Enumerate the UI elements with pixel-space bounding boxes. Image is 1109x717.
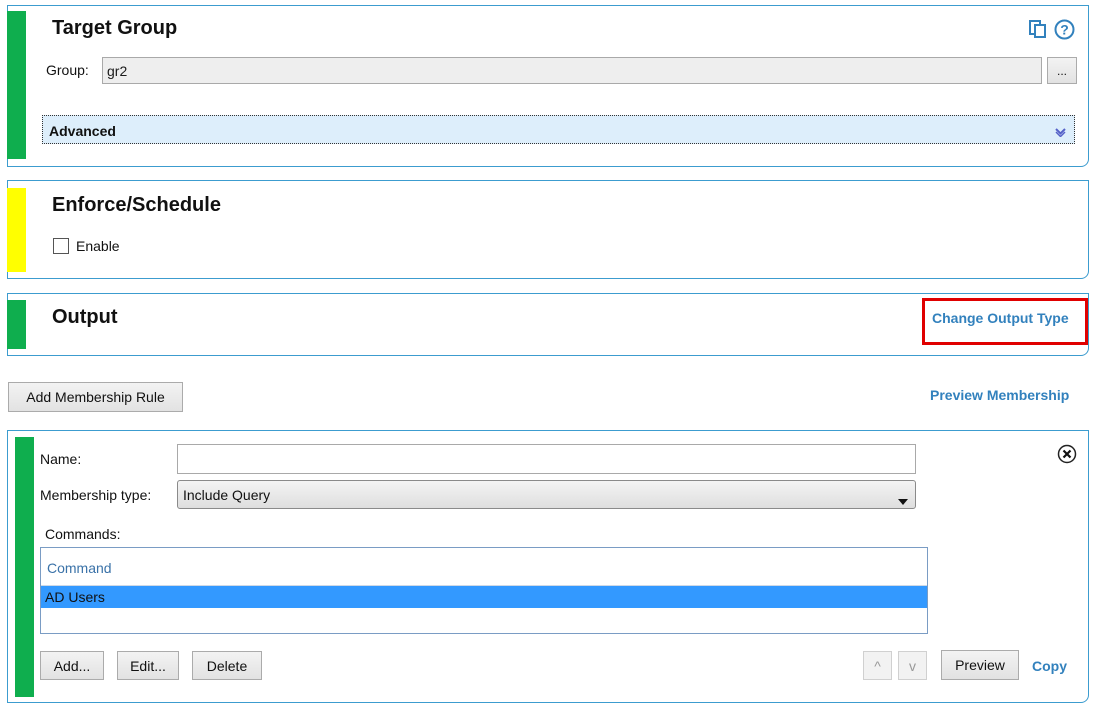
membership-type-select[interactable]: Include Query — [177, 480, 916, 509]
group-label: Group: — [46, 62, 89, 78]
delete-command-button[interactable]: Delete — [192, 651, 262, 680]
commands-table-header[interactable]: Command — [41, 548, 927, 586]
advanced-expander[interactable]: Advanced — [42, 115, 1075, 144]
target-group-title: Target Group — [52, 17, 178, 39]
dropdown-arrow-icon — [898, 492, 908, 510]
table-row[interactable]: AD Users — [41, 586, 927, 608]
close-rule-icon[interactable] — [1057, 444, 1077, 464]
svg-text:?: ? — [1060, 22, 1069, 38]
rule-name-input[interactable] — [177, 444, 916, 474]
edit-command-button[interactable]: Edit... — [117, 651, 179, 680]
copy-icon[interactable] — [1028, 19, 1048, 39]
command-column-header: Command — [47, 560, 112, 576]
move-down-button[interactable]: v — [898, 651, 927, 680]
enforce-title: Enforce/Schedule — [52, 194, 221, 216]
command-cell: AD Users — [45, 589, 105, 605]
commands-table: Command AD Users — [40, 547, 928, 634]
change-output-type-link[interactable]: Change Output Type — [932, 310, 1069, 326]
move-up-button[interactable]: ^ — [863, 651, 892, 680]
help-icon[interactable]: ? — [1054, 19, 1075, 40]
add-command-button[interactable]: Add... — [40, 651, 104, 680]
copy-rule-link[interactable]: Copy — [1032, 658, 1067, 674]
enable-label[interactable]: Enable — [76, 238, 120, 254]
membership-type-label: Membership type: — [40, 487, 152, 503]
output-stripe — [7, 300, 26, 349]
preview-button[interactable]: Preview — [941, 650, 1019, 680]
advanced-label: Advanced — [49, 123, 116, 139]
output-title: Output — [52, 306, 118, 328]
commands-label: Commands: — [45, 526, 121, 542]
group-value: gr2 — [107, 62, 128, 79]
group-field[interactable]: gr2 — [102, 57, 1042, 84]
rule-name-label: Name: — [40, 451, 82, 467]
group-browse-button[interactable]: ... — [1047, 57, 1077, 84]
enforce-stripe — [7, 188, 26, 272]
chevron-down-icon — [1055, 124, 1066, 142]
preview-membership-link[interactable]: Preview Membership — [930, 387, 1069, 403]
enable-checkbox[interactable] — [53, 238, 69, 254]
target-group-stripe — [7, 11, 26, 159]
membership-type-value: Include Query — [183, 487, 271, 503]
add-membership-rule-button[interactable]: Add Membership Rule — [8, 382, 183, 412]
rule-stripe — [15, 437, 34, 697]
